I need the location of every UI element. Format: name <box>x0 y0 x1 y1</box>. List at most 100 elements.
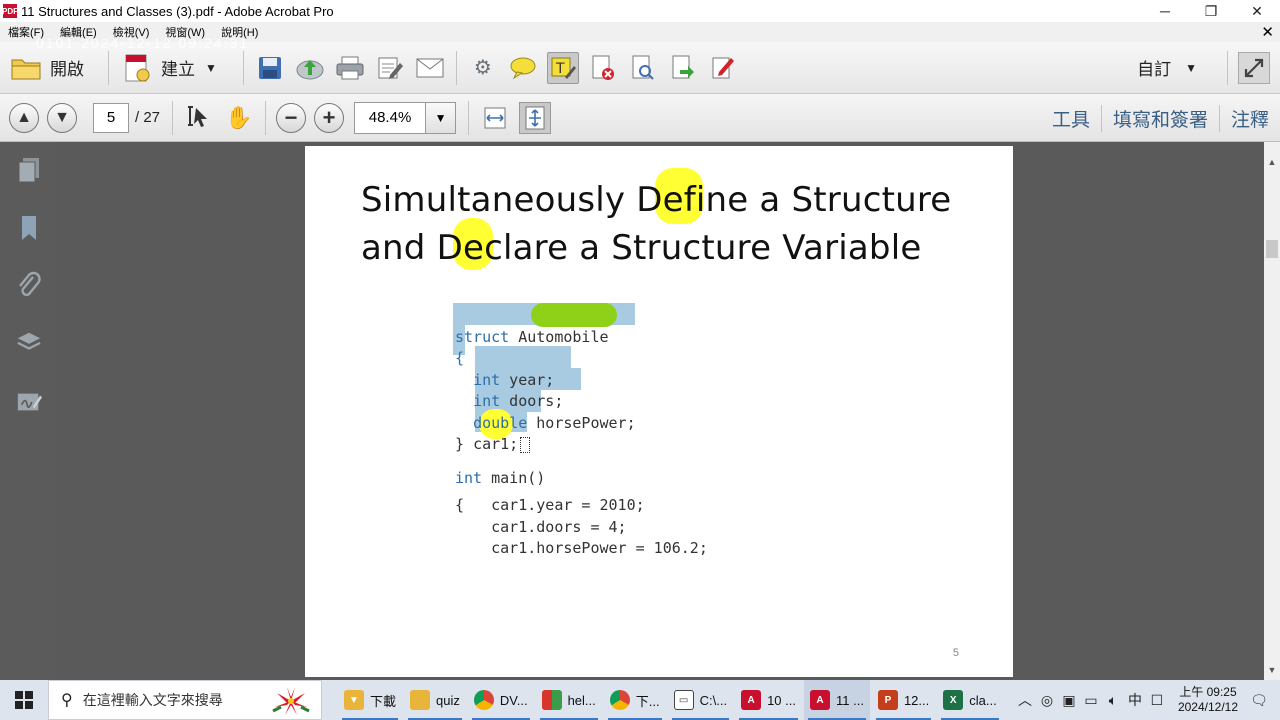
comment-bubble-icon[interactable] <box>507 52 539 84</box>
attachments-paperclip-icon[interactable] <box>16 271 42 300</box>
sign-document-icon[interactable] <box>707 52 739 84</box>
taskbar-item-quiz[interactable]: quiz <box>404 680 466 720</box>
acrobat-app-icon: PDF <box>2 4 18 18</box>
minimize-button[interactable]: ─ <box>1142 0 1188 22</box>
taskbar-item-excel[interactable]: X cla... <box>937 680 1002 720</box>
taskbar-item-chrome-download[interactable]: 下... <box>604 680 666 720</box>
hand-tool-icon[interactable]: ✋ <box>223 102 255 134</box>
windows-taskbar: ⚲ 在這裡輸入文字來搜尋 ▼ 下載 quiz DV... hel... 下...… <box>0 680 1280 720</box>
customize-button[interactable]: 自訂 ▼ <box>1131 48 1203 88</box>
signatures-icon[interactable] <box>16 388 42 416</box>
customize-label: 自訂 <box>1137 60 1172 79</box>
window-title: 11 Structures and Classes (3).pdf - Adob… <box>21 3 334 19</box>
taskbar-search-box[interactable]: ⚲ 在這裡輸入文字來搜尋 <box>48 680 322 720</box>
close-document-button[interactable]: ✕ <box>1261 23 1274 41</box>
delete-page-icon[interactable] <box>587 52 619 84</box>
layers-icon[interactable] <box>16 328 42 356</box>
chevron-down-icon: ▼ <box>205 60 217 75</box>
chevron-up-icon[interactable]: ︿ <box>1014 690 1036 710</box>
start-button[interactable] <box>0 680 48 720</box>
zoom-out-button[interactable]: − <box>276 102 307 133</box>
taskbar-item-cmd[interactable]: ▭ C:\... <box>668 680 733 720</box>
comment-link[interactable]: 注釋 <box>1218 104 1280 132</box>
zoom-level-input[interactable]: 48.4% <box>354 101 427 134</box>
taskbar-item-chrome-dv[interactable]: DV... <box>468 680 534 720</box>
create-button[interactable]: 建立 ▼ <box>115 48 223 88</box>
search-icon: ⚲ <box>61 692 73 709</box>
toolbar-separator <box>468 100 470 135</box>
code-keyword: int <box>455 468 483 487</box>
highlight-text-icon[interactable]: T <box>546 51 579 84</box>
toolbar-separator <box>455 50 457 85</box>
page-thumbnails-icon[interactable] <box>16 156 42 184</box>
upload-cloud-icon[interactable] <box>294 52 326 84</box>
open-button[interactable]: 開啟 <box>4 48 90 88</box>
poinsettia-icon <box>272 687 310 715</box>
edit-document-icon[interactable] <box>374 52 406 84</box>
code-text: { <box>455 349 465 367</box>
screen-capture-icon[interactable]: ▣ <box>1058 692 1080 709</box>
fit-page-icon[interactable] <box>519 101 552 134</box>
network-icon[interactable]: ▭ <box>1080 692 1102 709</box>
taskbar-item-pdf-11[interactable]: A 11 ... <box>803 680 870 720</box>
pdf-icon: A <box>809 690 830 710</box>
close-window-button[interactable]: ✕ <box>1234 0 1280 22</box>
fullscreen-icon[interactable] <box>1238 51 1270 84</box>
windows-logo-icon <box>15 691 33 709</box>
navigation-pane <box>0 142 56 680</box>
system-tray: ︿ ◎ ▣ ▭ 🔈︎ 中 ☐ 上午 09:25 2024/12/12 🗨︎ <box>1014 680 1280 720</box>
taskbar-item-label: 12... <box>903 692 930 708</box>
find-in-page-icon[interactable] <box>627 52 659 84</box>
toolbar-separator <box>265 100 267 135</box>
taskbar-item-powerpoint[interactable]: P 12... <box>872 680 935 720</box>
pdf-icon: A <box>741 690 762 710</box>
previous-page-button[interactable]: ▲ <box>9 102 39 133</box>
restore-button[interactable]: ❐ <box>1188 0 1234 22</box>
excel-icon: X <box>943 690 964 710</box>
print-icon[interactable] <box>334 52 366 84</box>
scroll-down-arrow[interactable]: ▼ <box>1264 662 1280 678</box>
slide-title-line2: and Declare a Structure Variable <box>361 228 922 268</box>
folder-icon <box>410 690 431 710</box>
code-line: car1.doors = 4; <box>455 517 627 536</box>
next-page-button[interactable]: ▼ <box>47 102 77 133</box>
fit-width-icon[interactable] <box>479 102 511 134</box>
toolbar-separator <box>108 50 109 85</box>
tools-link[interactable]: 工具 <box>1041 105 1101 132</box>
scroll-up-arrow[interactable]: ▲ <box>1264 154 1280 170</box>
taskbar-item-label: 下... <box>635 693 660 709</box>
ime-mode-icon[interactable]: ☐ <box>1146 692 1168 709</box>
chevron-down-icon: ▼ <box>1185 60 1197 75</box>
create-label: 建立 <box>161 60 195 79</box>
slide-page-number: 5 <box>952 647 959 659</box>
taskbar-item-hel[interactable]: hel... <box>536 680 602 720</box>
taskbar-item-downloads[interactable]: ▼ 下載 <box>338 680 402 720</box>
headset-icon[interactable]: ◎ <box>1036 692 1058 709</box>
save-icon[interactable] <box>254 52 286 84</box>
notification-icon[interactable]: 🗨︎ <box>1248 692 1270 709</box>
code-line: { car1.year = 2010; <box>455 496 645 514</box>
scrollbar-thumb[interactable] <box>1266 240 1278 258</box>
fill-sign-link[interactable]: 填寫和簽署 <box>1100 104 1219 132</box>
code-line: car1.horsePower = 106.2; <box>455 539 708 557</box>
taskbar-item-pdf-10[interactable]: A 10 ... <box>735 680 802 720</box>
export-page-icon[interactable] <box>667 52 699 84</box>
system-clock[interactable]: 上午 09:25 2024/12/12 <box>1178 685 1238 715</box>
zoom-dropdown-button[interactable]: ▼ <box>426 101 457 134</box>
page-number-input[interactable]: 5 <box>93 102 129 133</box>
open-label: 開啟 <box>50 60 84 79</box>
zoom-in-button[interactable]: + <box>314 102 345 133</box>
ime-indicator[interactable]: 中 <box>1124 690 1146 710</box>
code-line: struct Automobile <box>455 327 636 349</box>
taskbar-item-label: 下載 <box>370 693 397 709</box>
bookmarks-icon[interactable] <box>16 214 42 242</box>
app-icon <box>541 690 562 710</box>
slide-title: Simultaneously Define a Structure and De… <box>361 176 951 272</box>
select-cursor-icon[interactable] <box>183 102 215 134</box>
search-placeholder: 在這裡輸入文字來搜尋 <box>82 692 223 708</box>
gear-icon[interactable]: ⚙ <box>467 52 499 84</box>
page-total: / 27 <box>135 109 161 126</box>
vertical-scrollbar[interactable]: ▲ ▼ <box>1264 142 1280 680</box>
volume-icon[interactable]: 🔈︎ <box>1102 692 1124 709</box>
email-icon[interactable] <box>414 52 446 84</box>
